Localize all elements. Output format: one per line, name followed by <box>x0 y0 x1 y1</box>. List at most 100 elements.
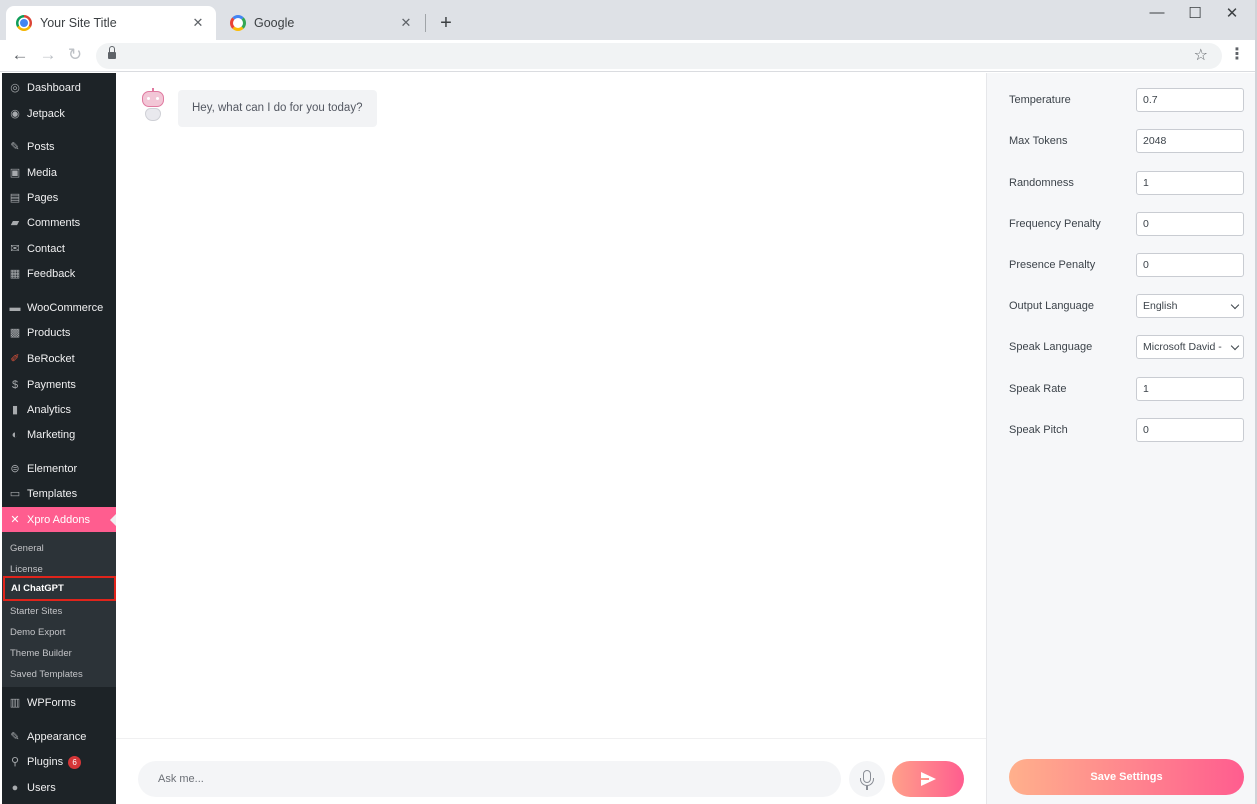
temperature-input[interactable] <box>1136 88 1244 112</box>
maximize-button[interactable]: ☐ <box>1185 4 1205 22</box>
window-close-button[interactable]: ✕ <box>1222 4 1242 22</box>
setting-label: Speak Pitch <box>1009 424 1068 436</box>
sidebar-item-jetpack[interactable]: ◉ Jetpack <box>2 102 116 126</box>
browser-tab-bar: Your Site Title ✕ Google ✕ + — ☐ ✕ <box>0 0 1257 40</box>
forward-button[interactable]: → <box>37 44 59 66</box>
speak-pitch-input[interactable] <box>1136 418 1244 442</box>
sidebar-item-label: Products <box>27 327 71 339</box>
plugins-update-badge: 6 <box>68 755 82 769</box>
close-icon[interactable]: ✕ <box>190 15 206 31</box>
sidebar-item-label: BeRocket <box>27 353 75 365</box>
setting-speak-language: Speak Language Microsoft David - E <box>987 335 1257 359</box>
select-value: Microsoft David - E <box>1143 341 1225 353</box>
sidebar-item-products[interactable]: ▩ Products <box>2 321 116 345</box>
sidebar-item-wpforms[interactable]: ▥ WPForms <box>2 691 116 715</box>
sidebar-item-pages[interactable]: ▤ Pages <box>2 186 116 210</box>
sidebar-item-label: Xpro Addons <box>27 514 90 526</box>
products-icon: ▩ <box>9 327 21 339</box>
sidebar-item-label: WPForms <box>27 697 76 709</box>
setting-randomness: Randomness <box>987 171 1257 195</box>
submenu-saved-templates[interactable]: Saved Templates <box>2 664 116 684</box>
submenu-demo-export[interactable]: Demo Export <box>2 622 116 642</box>
sidebar-item-label: WooCommerce <box>27 302 104 314</box>
settings-panel: Temperature Max Tokens Randomness Freque… <box>986 73 1257 804</box>
back-button[interactable]: ← <box>9 44 31 66</box>
feedback-icon: ▦ <box>9 268 21 280</box>
sidebar-item-berocket[interactable]: ✐ BeRocket <box>2 347 116 371</box>
setting-label: Output Language <box>1009 300 1095 312</box>
sidebar-item-label: Media <box>27 167 57 179</box>
browser-toolbar: ← → ↻ ☆ ⋮ <box>0 40 1257 72</box>
ask-input[interactable] <box>138 761 841 797</box>
tab-separator <box>425 14 426 32</box>
sidebar-item-contact[interactable]: ✉ Contact <box>2 237 116 261</box>
setting-speak-pitch: Speak Pitch <box>987 418 1257 442</box>
frequency-penalty-input[interactable] <box>1136 212 1244 236</box>
setting-presence-penalty: Presence Penalty <box>987 253 1257 277</box>
setting-label: Speak Rate <box>1009 383 1067 395</box>
minimize-button[interactable]: — <box>1147 4 1167 21</box>
sidebar-item-comments[interactable]: ▰ Comments <box>2 211 116 235</box>
sidebar-item-label: Users <box>27 782 56 794</box>
google-icon <box>230 15 246 31</box>
sidebar-item-elementor[interactable]: ⊜ Elementor <box>2 457 116 481</box>
sidebar-item-appearance[interactable]: ✎ Appearance <box>2 725 116 749</box>
tab-google[interactable]: Google ✕ <box>220 6 424 40</box>
sidebar-item-label: Posts <box>27 141 55 153</box>
payments-icon: $ <box>11 379 19 391</box>
sidebar-item-plugins[interactable]: ⚲ Plugins 6 <box>2 750 116 774</box>
chat-panel: Hey, what can I do for you today? <box>116 73 986 804</box>
tab-your-site-title[interactable]: Your Site Title ✕ <box>6 6 216 40</box>
close-icon[interactable]: ✕ <box>398 15 414 31</box>
send-button[interactable] <box>892 761 964 797</box>
setting-max-tokens: Max Tokens <box>987 129 1257 153</box>
lock-icon <box>108 46 116 60</box>
sidebar-item-label: Dashboard <box>27 82 81 94</box>
speak-language-select[interactable]: Microsoft David - E <box>1136 335 1244 359</box>
setting-label: Randomness <box>1009 177 1074 189</box>
wpforms-icon: ▥ <box>9 697 21 709</box>
max-tokens-input[interactable] <box>1136 129 1244 153</box>
plugin-icon: ⚲ <box>10 756 20 768</box>
bot-message-bubble: Hey, what can I do for you today? <box>178 90 377 127</box>
browser-menu-icon[interactable]: ⋮ <box>1229 44 1245 64</box>
submenu-starter-sites[interactable]: Starter Sites <box>2 601 116 621</box>
presence-penalty-input[interactable] <box>1136 253 1244 277</box>
sidebar-item-woocommerce[interactable]: ▬ WooCommerce <box>2 296 116 320</box>
microphone-button[interactable] <box>849 761 885 797</box>
sidebar-item-label: Plugins <box>27 756 64 768</box>
sidebar-item-dashboard[interactable]: ◎ Dashboard <box>2 76 116 100</box>
submenu-general[interactable]: General <box>2 538 116 558</box>
sidebar-item-templates[interactable]: ▭ Templates <box>2 482 116 506</box>
new-tab-button[interactable]: + <box>436 10 456 36</box>
xpro-submenu: General License AI ChatGPT Starter Sites… <box>2 532 116 687</box>
sidebar-item-analytics[interactable]: ▮ Analytics <box>2 398 116 422</box>
reload-button[interactable]: ↻ <box>64 44 86 66</box>
output-language-select[interactable]: English <box>1136 294 1244 318</box>
star-icon[interactable]: ☆ <box>1194 45 1208 65</box>
dashboard-icon: ◎ <box>10 82 20 94</box>
sidebar-item-label: Elementor <box>27 463 78 475</box>
sidebar-item-feedback[interactable]: ▦ Feedback <box>2 262 116 286</box>
sidebar-item-payments[interactable]: $ Payments <box>2 373 116 397</box>
submenu-ai-chatgpt[interactable]: AI ChatGPT <box>3 576 116 601</box>
randomness-input[interactable] <box>1136 171 1244 195</box>
xpro-icon: ✕ <box>10 514 20 526</box>
sidebar-item-posts[interactable]: ✎ Posts <box>2 135 116 159</box>
sidebar-item-media[interactable]: ▣ Media <box>2 161 116 185</box>
sidebar-item-xpro-addons[interactable]: ✕ Xpro Addons <box>2 507 116 533</box>
address-bar[interactable]: ☆ <box>96 43 1222 69</box>
sidebar-item-users[interactable]: ● Users <box>2 776 116 800</box>
sidebar-item-marketing[interactable]: ◐ Marketing <box>2 423 116 447</box>
brush-icon: ✎ <box>10 731 20 743</box>
folder-icon: ▭ <box>9 488 21 500</box>
save-settings-button[interactable]: Save Settings <box>1009 759 1244 795</box>
send-icon <box>921 772 936 786</box>
submenu-theme-builder[interactable]: Theme Builder <box>2 643 116 663</box>
setting-output-language: Output Language English <box>987 294 1257 318</box>
select-value: English <box>1143 300 1178 312</box>
tab-title: Your Site Title <box>40 16 117 30</box>
speak-rate-input[interactable] <box>1136 377 1244 401</box>
setting-label: Max Tokens <box>1009 135 1068 147</box>
setting-temperature: Temperature <box>987 88 1257 112</box>
